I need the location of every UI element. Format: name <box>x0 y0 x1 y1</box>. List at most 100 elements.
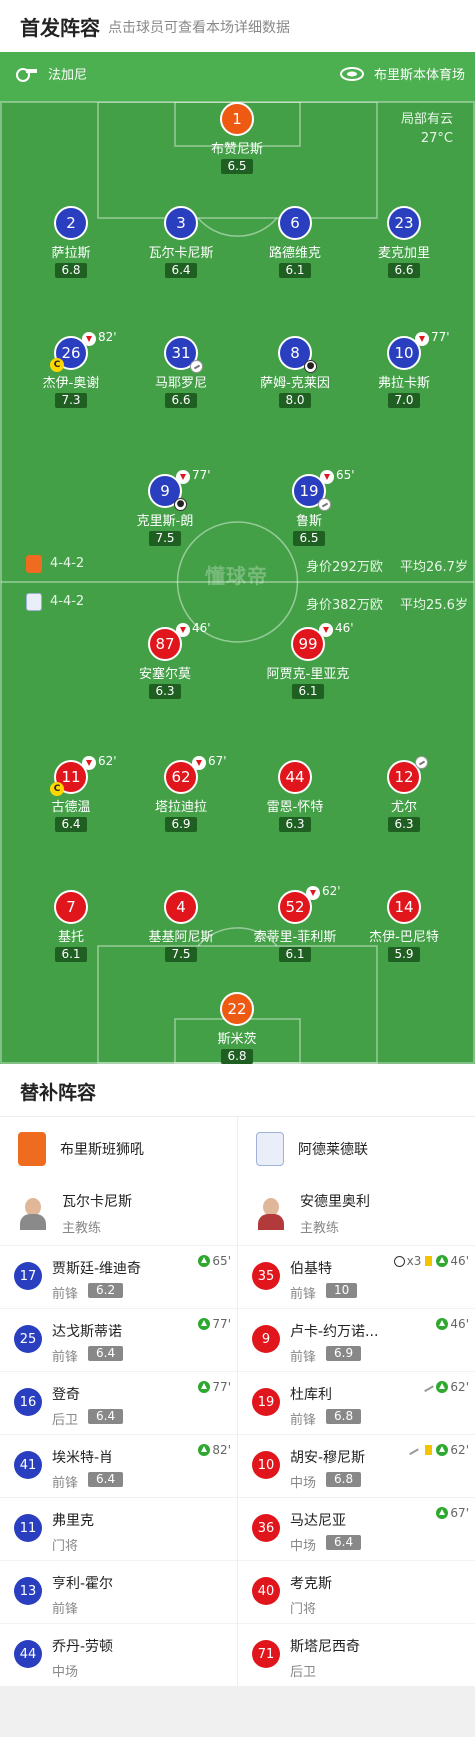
player-number: 3 <box>164 206 198 240</box>
player-name: 尤尔 <box>390 800 417 815</box>
sub-player-row[interactable]: 35 伯基特 前锋 10 x3 46' <box>238 1245 475 1308</box>
sub-minute: 82' <box>212 1443 231 1457</box>
player-rating: 6.8 <box>55 263 87 278</box>
sub-name: 亨利-霍尔 <box>52 1576 114 1592</box>
away-market-value: 身价382万欧 <box>306 598 383 613</box>
home-player[interactable]: 2 萨拉斯 6.8 <box>11 206 131 278</box>
sub-minute: 46' <box>450 1317 469 1331</box>
home-player[interactable]: 9 77' ● 克里斯-朗 7.5 <box>105 468 225 546</box>
team-name: 布里斯班狮吼 <box>60 1142 144 1158</box>
away-player[interactable]: 12 尤尔 6.3 <box>344 756 464 832</box>
home-player[interactable]: 26 82' C 杰伊-奥谢 7.3 <box>11 330 131 408</box>
sub-player-row[interactable]: 36 马达尼亚 中场 6.4 67' <box>238 1497 475 1560</box>
sub-events: 77' <box>198 1317 231 1331</box>
player-rating: 6.4 <box>165 263 197 278</box>
goal-icon <box>393 1255 405 1267</box>
sub-off-icon <box>176 623 190 637</box>
sub-number: 25 <box>14 1325 42 1353</box>
sub-on-icon <box>198 1255 211 1267</box>
player-name: 基基阿尼斯 <box>148 930 214 945</box>
player-number-text: 31 <box>171 344 191 362</box>
sub-events: 82' <box>198 1443 231 1457</box>
away-coach-row[interactable]: 安德里奥利 主教练 <box>238 1181 475 1245</box>
player-number: 2 <box>54 206 88 240</box>
player-name: 雷恩-怀特 <box>266 800 324 815</box>
sub-player-row[interactable]: 16 登奇 后卫 6.4 77' <box>0 1371 237 1434</box>
sub-position: 中场 <box>290 1476 317 1491</box>
player-rating: 6.3 <box>388 817 420 832</box>
away-player[interactable]: 4 基基阿尼斯 7.5 <box>121 890 241 962</box>
home-player[interactable]: 31 马耶罗尼 6.6 <box>121 336 241 408</box>
sub-player-row[interactable]: 9 卢卡-约万诺... 前锋 6.9 46' <box>238 1308 475 1371</box>
home-player[interactable]: 6 路德维克 6.1 <box>235 206 355 278</box>
sub-name: 贾斯廷-维迪奇 <box>52 1261 142 1277</box>
player-rating: 6.3 <box>149 684 181 699</box>
sub-minute: 65' <box>336 468 355 482</box>
sub-name: 考克斯 <box>290 1576 332 1592</box>
away-subs-column: 阿德莱德联 安德里奥利 主教练 35 伯基特 前锋 10 x3 46' 9 卢卡… <box>238 1117 475 1686</box>
home-player[interactable]: 8 ● 萨姆-克莱因 8.0 <box>235 336 355 408</box>
player-number-text: 11 <box>61 768 81 786</box>
sub-rating: 6.4 <box>88 1472 124 1487</box>
away-player[interactable]: 99 46' 阿贾克-里亚克 6.1 <box>248 621 368 699</box>
sub-player-row[interactable]: 17 贾斯廷-维迪奇 前锋 6.2 65' <box>0 1245 237 1308</box>
coach-name: 安德里奥利 <box>300 1193 370 1210</box>
goal-icon: ● <box>174 498 187 511</box>
sub-player-row[interactable]: 11 弗里克 门将 <box>0 1497 237 1560</box>
sub-name: 乔丹-劳顿 <box>52 1639 114 1655</box>
player-number: 44 <box>278 760 312 794</box>
home-subs-column: 布里斯班狮吼 瓦尔卡尼斯 主教练 17 贾斯廷-维迪奇 前锋 6.2 65' 2… <box>0 1117 237 1686</box>
player-number: 31 <box>164 336 203 373</box>
away-player[interactable]: 62 67' 塔拉迪拉 6.9 <box>121 754 241 832</box>
sub-minute: 77' <box>192 468 211 482</box>
coach-avatar <box>256 1196 286 1230</box>
home-player[interactable]: 23 麦克加里 6.6 <box>344 206 464 278</box>
home-player[interactable]: 10 77' 弗拉卡斯 7.0 <box>344 330 464 408</box>
sub-minute: 46' <box>192 621 211 635</box>
sub-number: 13 <box>14 1577 42 1605</box>
away-player[interactable]: 7 基托 6.1 <box>11 890 131 962</box>
home-coach-row[interactable]: 瓦尔卡尼斯 主教练 <box>0 1181 237 1245</box>
home-player[interactable]: 3 瓦尔卡尼斯 6.4 <box>121 206 241 278</box>
sub-player-row[interactable]: 10 胡安-穆尼斯 中场 6.8 62' <box>238 1434 475 1497</box>
away-player[interactable]: 52 62' 索蒂里-菲利斯 6.1 <box>235 884 355 962</box>
away-player[interactable]: 11 62' C 古德温 6.4 <box>11 754 131 832</box>
stadium-icon <box>339 66 364 81</box>
sub-player-row[interactable]: 13 亨利-霍尔 前锋 <box>0 1560 237 1623</box>
yellow-card-icon <box>425 1445 433 1455</box>
sub-player-row[interactable]: 19 杜库利 前锋 6.8 62' <box>238 1371 475 1434</box>
away-player-gk[interactable]: 22 斯米茨 6.8 <box>177 992 297 1064</box>
sub-on-icon <box>436 1381 449 1393</box>
away-team-row[interactable]: 阿德莱德联 <box>238 1117 475 1181</box>
away-player[interactable]: 44 雷恩-怀特 6.3 <box>235 760 355 832</box>
sub-on-icon <box>436 1444 449 1456</box>
sub-number: 35 <box>252 1262 280 1290</box>
sub-rating: 6.4 <box>88 1346 124 1361</box>
player-number: 10 77' <box>387 330 450 370</box>
sub-events: 62' <box>422 1380 469 1394</box>
referee: 法加尼 <box>14 64 87 83</box>
sub-number: 19 <box>252 1388 280 1416</box>
sub-player-row[interactable]: 44 乔丹-劳顿 中场 <box>0 1623 237 1686</box>
home-player[interactable]: 19 65' 鲁斯 6.5 <box>249 468 369 546</box>
player-number: 26 82' C <box>50 330 117 372</box>
match-info-bar: 法加尼 布里斯本体育场 <box>0 52 475 102</box>
away-player[interactable]: 87 46' 安塞尔莫 6.3 <box>105 621 225 699</box>
sub-player-row[interactable]: 40 考克斯 门将 <box>238 1560 475 1623</box>
home-player-gk[interactable]: 1 布赞尼斯 6.5 <box>177 102 297 174</box>
sub-position: 前锋 <box>52 1602 79 1617</box>
sub-player-row[interactable]: 41 埃米特-肖 前锋 6.4 82' <box>0 1434 237 1497</box>
player-number-text: 87 <box>155 635 175 653</box>
team-logo-icon <box>18 1132 46 1166</box>
away-player[interactable]: 14 杰伊-巴尼特 5.9 <box>344 890 464 962</box>
sub-player-row[interactable]: 71 斯塔尼西奇 后卫 <box>238 1623 475 1686</box>
player-number: 14 <box>387 890 421 924</box>
sub-name: 埃米特-肖 <box>52 1450 114 1466</box>
player-name: 杰伊-奥谢 <box>42 376 100 391</box>
sub-player-row[interactable]: 25 达戈斯蒂诺 前锋 6.4 77' <box>0 1308 237 1371</box>
sub-off-icon <box>320 470 334 484</box>
coach-avatar <box>18 1196 48 1230</box>
player-number: 52 62' <box>278 884 341 924</box>
player-rating: 6.8 <box>221 1049 253 1064</box>
home-team-row[interactable]: 布里斯班狮吼 <box>0 1117 237 1181</box>
